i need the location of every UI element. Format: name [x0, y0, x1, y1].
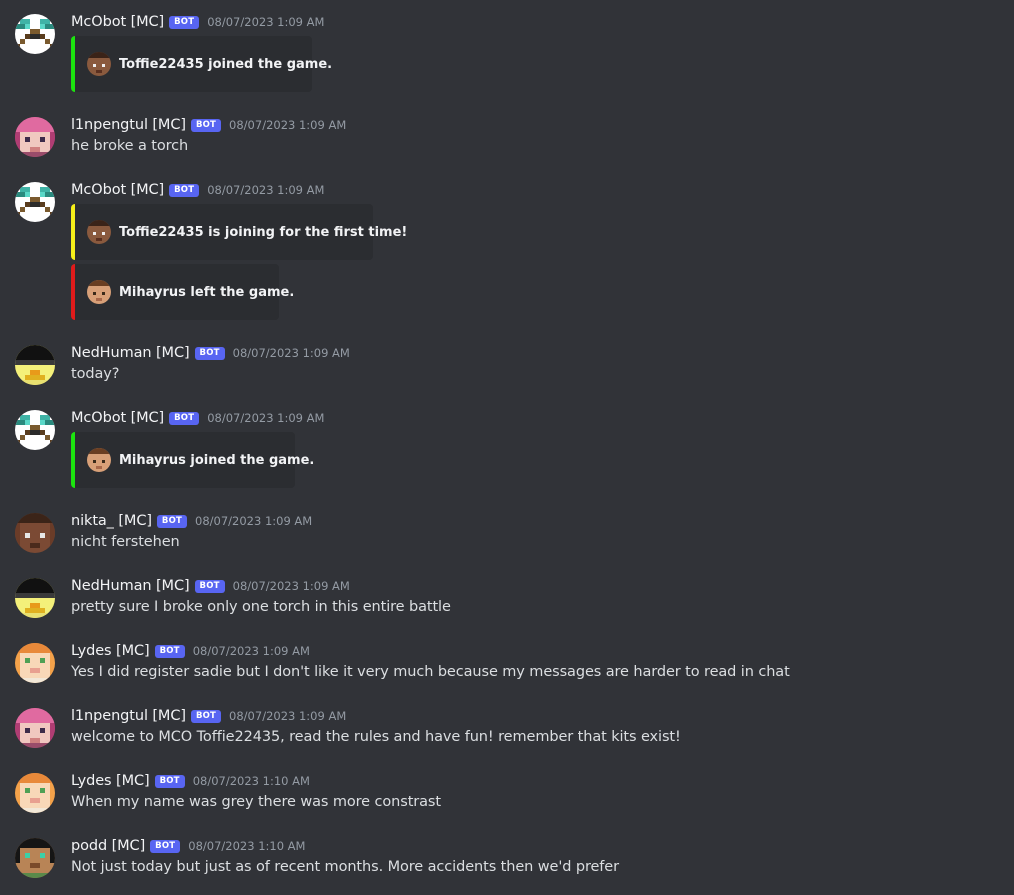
bot-badge: BOT: [154, 774, 185, 788]
pink-hair-avatar[interactable]: [15, 117, 55, 157]
player-head-icon: [87, 448, 111, 472]
bot-badge: BOT: [190, 709, 222, 723]
first-join-embed: Toffie22435 is joining for the first tim…: [71, 204, 407, 260]
join-embed: Mihayrus joined the game.: [71, 432, 314, 488]
embed-text: Toffie22435 is joining for the first tim…: [119, 224, 408, 240]
timestamp: 08/07/2023 1:10 AM: [188, 839, 306, 853]
bot-badge: BOT: [194, 579, 225, 593]
username[interactable]: l1npengtul [MC]: [71, 708, 186, 724]
message-text: pretty sure I broke only one torch in th…: [71, 599, 451, 615]
timestamp: 08/07/2023 1:09 AM: [232, 346, 350, 360]
embed-text: Toffie22435 joined the game.: [119, 56, 333, 72]
leave-embed: Mihayrus left the game.: [71, 264, 294, 320]
player-head-icon: [87, 52, 111, 76]
bot-badge: BOT: [169, 183, 200, 197]
username[interactable]: McObot [MC]: [71, 14, 164, 30]
brown-skin-avatar[interactable]: [15, 513, 55, 553]
username[interactable]: NedHuman [MC]: [71, 578, 190, 594]
timestamp: 08/07/2023 1:09 AM: [229, 118, 347, 132]
orange-hair-avatar[interactable]: [15, 643, 55, 683]
player-head-icon: [87, 280, 111, 304]
mcobot-pickaxe-avatar[interactable]: [15, 182, 55, 222]
username[interactable]: Lydes [MC]: [71, 643, 150, 659]
message-text: Yes I did register sadie but I don't lik…: [71, 664, 790, 680]
embed-text: Mihayrus left the game.: [119, 284, 295, 300]
username[interactable]: podd [MC]: [71, 838, 145, 854]
black-hat-duck-avatar[interactable]: [15, 345, 55, 385]
username[interactable]: NedHuman [MC]: [71, 345, 190, 361]
join-embed: Toffie22435 joined the game.: [71, 36, 332, 92]
timestamp: 08/07/2023 1:09 AM: [207, 183, 325, 197]
bot-badge: BOT: [190, 118, 222, 132]
message-text: today?: [71, 366, 120, 382]
timestamp: 08/07/2023 1:09 AM: [207, 15, 325, 29]
message-text: nicht ferstehen: [71, 534, 180, 550]
message-text: welcome to MCO Toffie22435, read the rul…: [71, 729, 681, 745]
username[interactable]: McObot [MC]: [71, 410, 164, 426]
timestamp: 08/07/2023 1:09 AM: [192, 644, 310, 658]
timestamp: 08/07/2023 1:09 AM: [195, 514, 313, 528]
mcobot-pickaxe-avatar[interactable]: [15, 14, 55, 54]
username[interactable]: McObot [MC]: [71, 182, 164, 198]
pink-hair-avatar[interactable]: [15, 708, 55, 748]
black-hair-tan-avatar[interactable]: [15, 838, 55, 878]
orange-hair-avatar[interactable]: [15, 773, 55, 813]
bot-badge: BOT: [194, 346, 225, 360]
timestamp: 08/07/2023 1:09 AM: [207, 411, 325, 425]
username[interactable]: l1npengtul [MC]: [71, 117, 186, 133]
username[interactable]: Lydes [MC]: [71, 773, 150, 789]
timestamp: 08/07/2023 1:09 AM: [232, 579, 350, 593]
black-hat-duck-avatar[interactable]: [15, 578, 55, 618]
timestamp: 08/07/2023 1:09 AM: [229, 709, 347, 723]
timestamp: 08/07/2023 1:10 AM: [192, 774, 310, 788]
bot-badge: BOT: [150, 839, 181, 853]
bot-badge: BOT: [156, 514, 188, 528]
bot-badge: BOT: [169, 15, 200, 29]
message-text: Not just today but just as of recent mon…: [71, 859, 619, 875]
mcobot-pickaxe-avatar[interactable]: [15, 410, 55, 450]
message-text: When my name was grey there was more con…: [71, 794, 441, 810]
player-head-icon: [87, 220, 111, 244]
bot-badge: BOT: [154, 644, 185, 658]
embed-text: Mihayrus joined the game.: [119, 452, 315, 468]
bot-badge: BOT: [169, 411, 200, 425]
message-text: he broke a torch: [71, 138, 189, 154]
username[interactable]: nikta_ [MC]: [71, 513, 152, 529]
